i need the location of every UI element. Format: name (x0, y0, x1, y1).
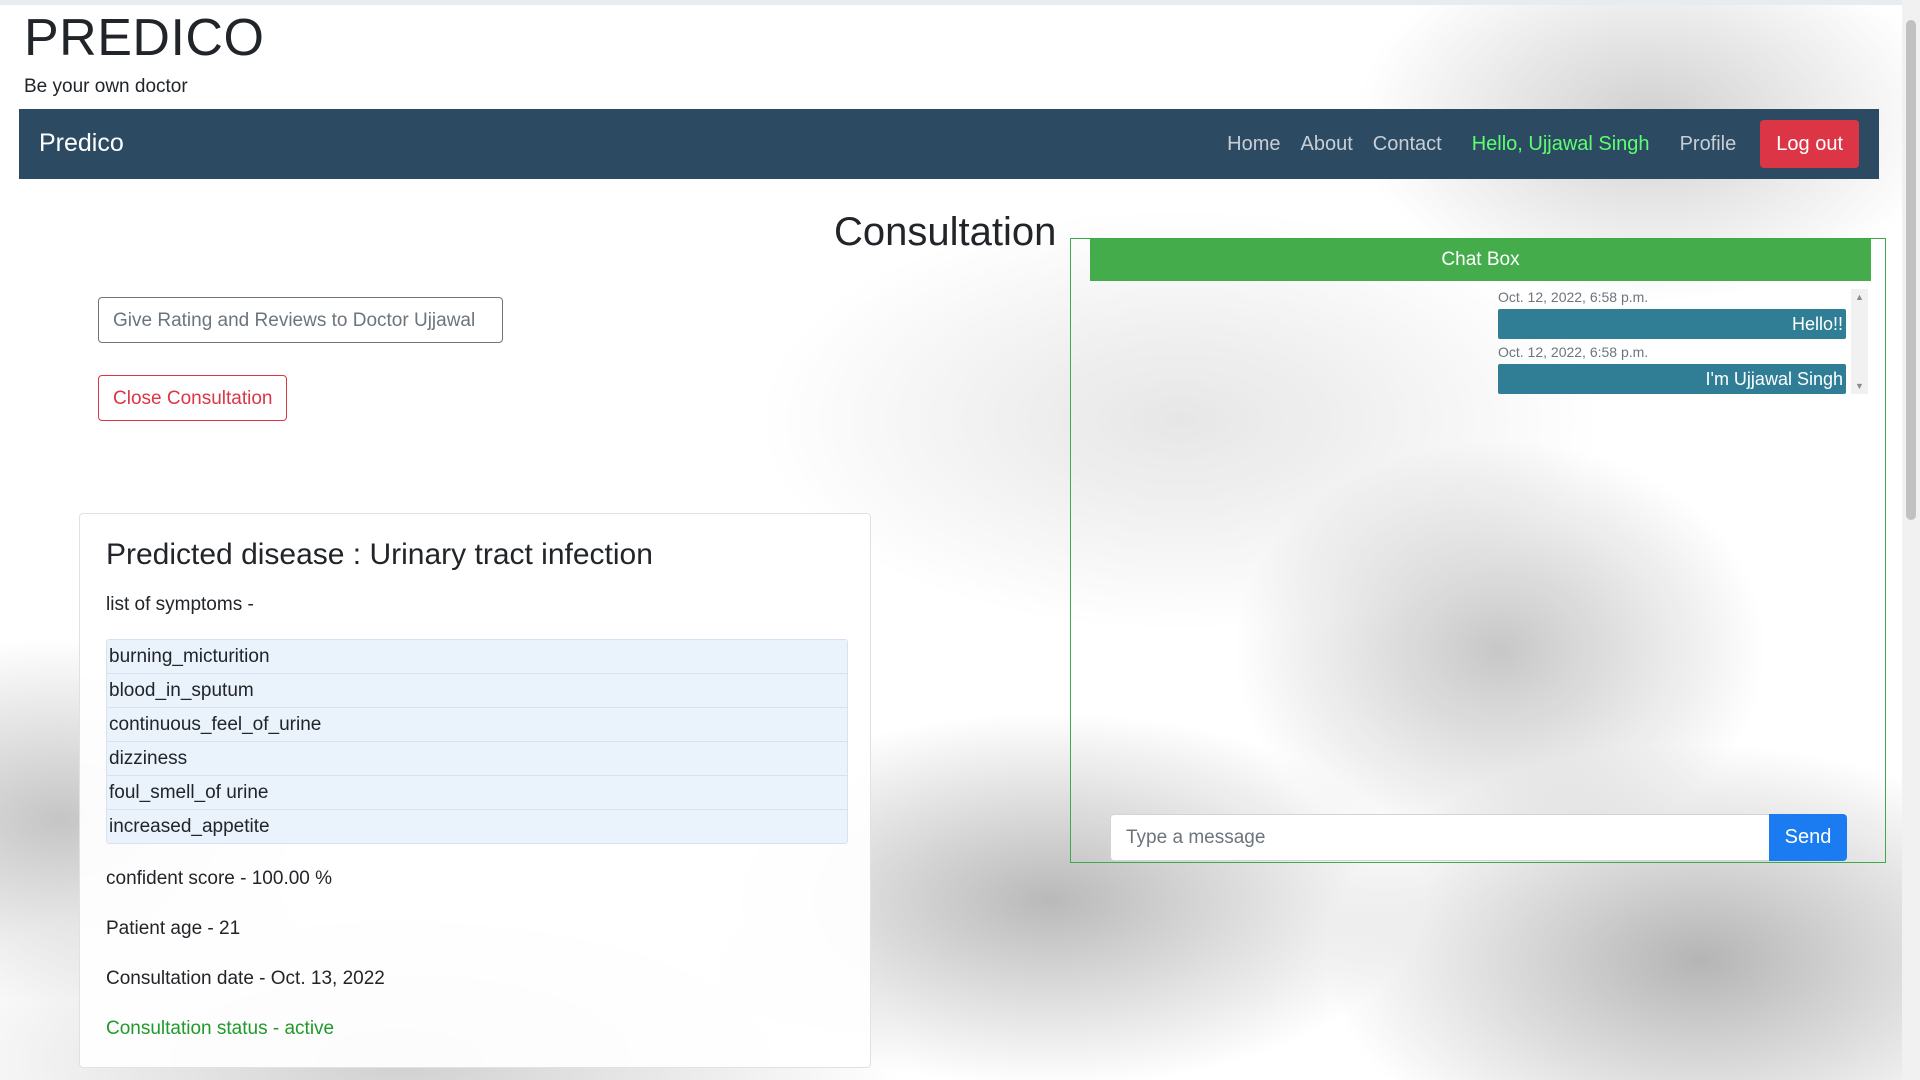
nav-link-about[interactable]: About (1300, 133, 1352, 156)
scroll-up-arrow-icon[interactable]: ▲ (1855, 292, 1864, 302)
chat-header: Chat Box (1090, 239, 1871, 281)
symptom-item: increased_appetite (107, 810, 847, 843)
page-scrollbar[interactable] (1902, 0, 1920, 1080)
close-consultation-button[interactable]: Close Consultation (98, 375, 288, 421)
user-greeting: Hello, Ujjawal Singh (1471, 132, 1650, 155)
chat-scrollbar[interactable]: ▲ ▼ (1851, 289, 1868, 394)
patient-age: Patient age - 21 (106, 918, 241, 939)
page-title: Consultation (834, 210, 1057, 254)
navbar: Predico Home About Contact Hello, Ujjawa… (19, 109, 1879, 179)
message-timestamp: Oct. 12, 2022, 6:58 p.m. (1498, 289, 1649, 305)
chat-message: Oct. 12, 2022, 6:58 p.m. I'm Ujjawal Sin… (1498, 344, 1868, 394)
nav-link-profile[interactable]: Profile (1680, 133, 1737, 156)
message-timestamp: Oct. 12, 2022, 6:58 p.m. (1498, 344, 1649, 360)
nav-link-contact[interactable]: Contact (1373, 133, 1442, 156)
symptom-item: foul_smell_of urine (107, 776, 847, 810)
site-title: PREDICO (24, 9, 265, 67)
page-scrollbar-thumb[interactable] (1906, 20, 1916, 520)
site-tagline: Be your own doctor (24, 76, 188, 97)
message-bubble: Hello!! (1498, 309, 1846, 339)
prediction-card: Predicted disease : Urinary tract infect… (79, 513, 871, 1068)
symptom-item: dizziness (107, 742, 847, 776)
top-strip (0, 0, 1920, 5)
symptoms-list: burning_micturition blood_in_sputum cont… (106, 639, 848, 844)
symptom-item: burning_micturition (107, 640, 847, 674)
chat-box: Chat Box Oct. 12, 2022, 6:58 p.m. Hello!… (1070, 238, 1886, 863)
symptoms-label: list of symptoms - (106, 594, 254, 615)
symptom-item: continuous_feel_of_urine (107, 708, 847, 742)
message-input[interactable] (1110, 814, 1770, 861)
chat-message: Oct. 12, 2022, 6:58 p.m. Hello!! (1498, 289, 1868, 339)
confidence-score: confident score - 100.00 % (106, 868, 333, 889)
logout-button[interactable]: Log out (1760, 120, 1859, 168)
symptom-item: blood_in_sputum (107, 674, 847, 708)
chat-messages[interactable]: Oct. 12, 2022, 6:58 p.m. Hello!! Oct. 12… (1498, 289, 1868, 394)
consultation-status: Consultation status - active (106, 1018, 335, 1039)
give-rating-button[interactable]: Give Rating and Reviews to Doctor Ujjawa… (98, 297, 503, 343)
message-bubble: I'm Ujjawal Singh (1498, 364, 1846, 394)
nav-link-home[interactable]: Home (1227, 133, 1280, 156)
consultation-date: Consultation date - Oct. 13, 2022 (106, 968, 385, 989)
scroll-down-arrow-icon[interactable]: ▼ (1855, 381, 1864, 391)
nav-links: Home About Contact Hello, Ujjawal Singh … (1207, 119, 1859, 169)
navbar-brand[interactable]: Predico (39, 129, 124, 158)
send-button[interactable]: Send (1769, 814, 1847, 861)
predicted-disease-title: Predicted disease : Urinary tract infect… (106, 538, 653, 571)
